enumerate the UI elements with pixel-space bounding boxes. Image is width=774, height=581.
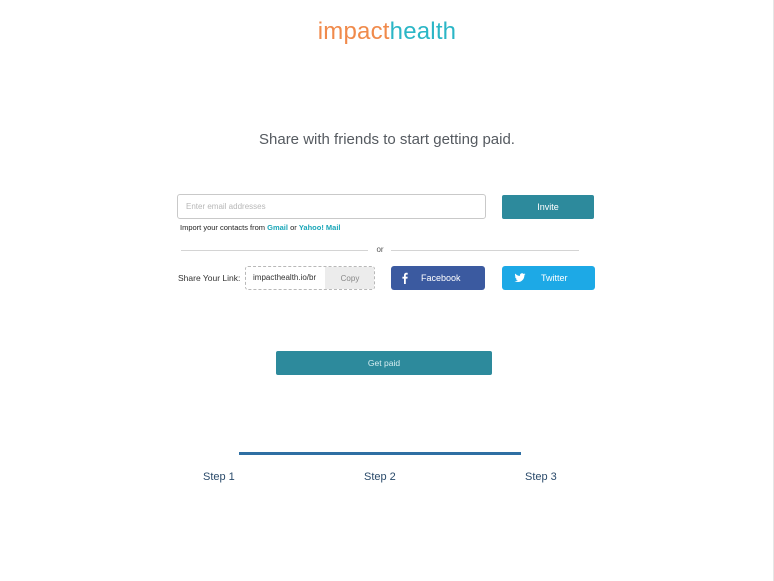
step-3-label: Step 3: [525, 471, 557, 483]
share-link-text[interactable]: impacthealth.io/br: [253, 267, 325, 289]
import-or-text: or: [290, 223, 297, 232]
gmail-import-link[interactable]: Gmail: [267, 223, 288, 232]
divider-or-text: or: [376, 245, 384, 254]
yahoo-mail-import-link[interactable]: Yahoo! Mail: [299, 223, 341, 232]
step-2-label: Step 2: [364, 471, 396, 483]
invite-button[interactable]: Invite: [502, 195, 594, 219]
email-addresses-input[interactable]: [177, 194, 486, 219]
divider-line-left: [181, 250, 368, 251]
twitter-button-label: Twitter: [541, 273, 568, 283]
twitter-share-button[interactable]: Twitter: [502, 266, 595, 290]
logo-text-health: health: [389, 18, 457, 45]
import-contacts-prefix: Import your contacts from: [180, 223, 266, 232]
step-1-label: Step 1: [203, 471, 235, 483]
facebook-button-label: Facebook: [421, 273, 461, 283]
divider-line-right: [391, 250, 579, 251]
copy-link-button[interactable]: Copy: [325, 267, 374, 289]
import-contacts-line: Import your contacts from Gmail or Yahoo…: [180, 223, 341, 232]
facebook-icon: [402, 272, 408, 284]
share-link-box: impacthealth.io/br Copy: [245, 266, 375, 290]
get-paid-button[interactable]: Get paid: [276, 351, 492, 375]
twitter-icon: [514, 273, 526, 283]
logo-text-impact: impact: [317, 18, 390, 45]
facebook-share-button[interactable]: Facebook: [391, 266, 485, 290]
impacthealth-logo: impacthealth: [0, 18, 774, 46]
steps-progress-bar: [239, 452, 521, 455]
page-headline: Share with friends to start getting paid…: [259, 131, 515, 148]
share-link-label: Share Your Link:: [178, 273, 241, 283]
